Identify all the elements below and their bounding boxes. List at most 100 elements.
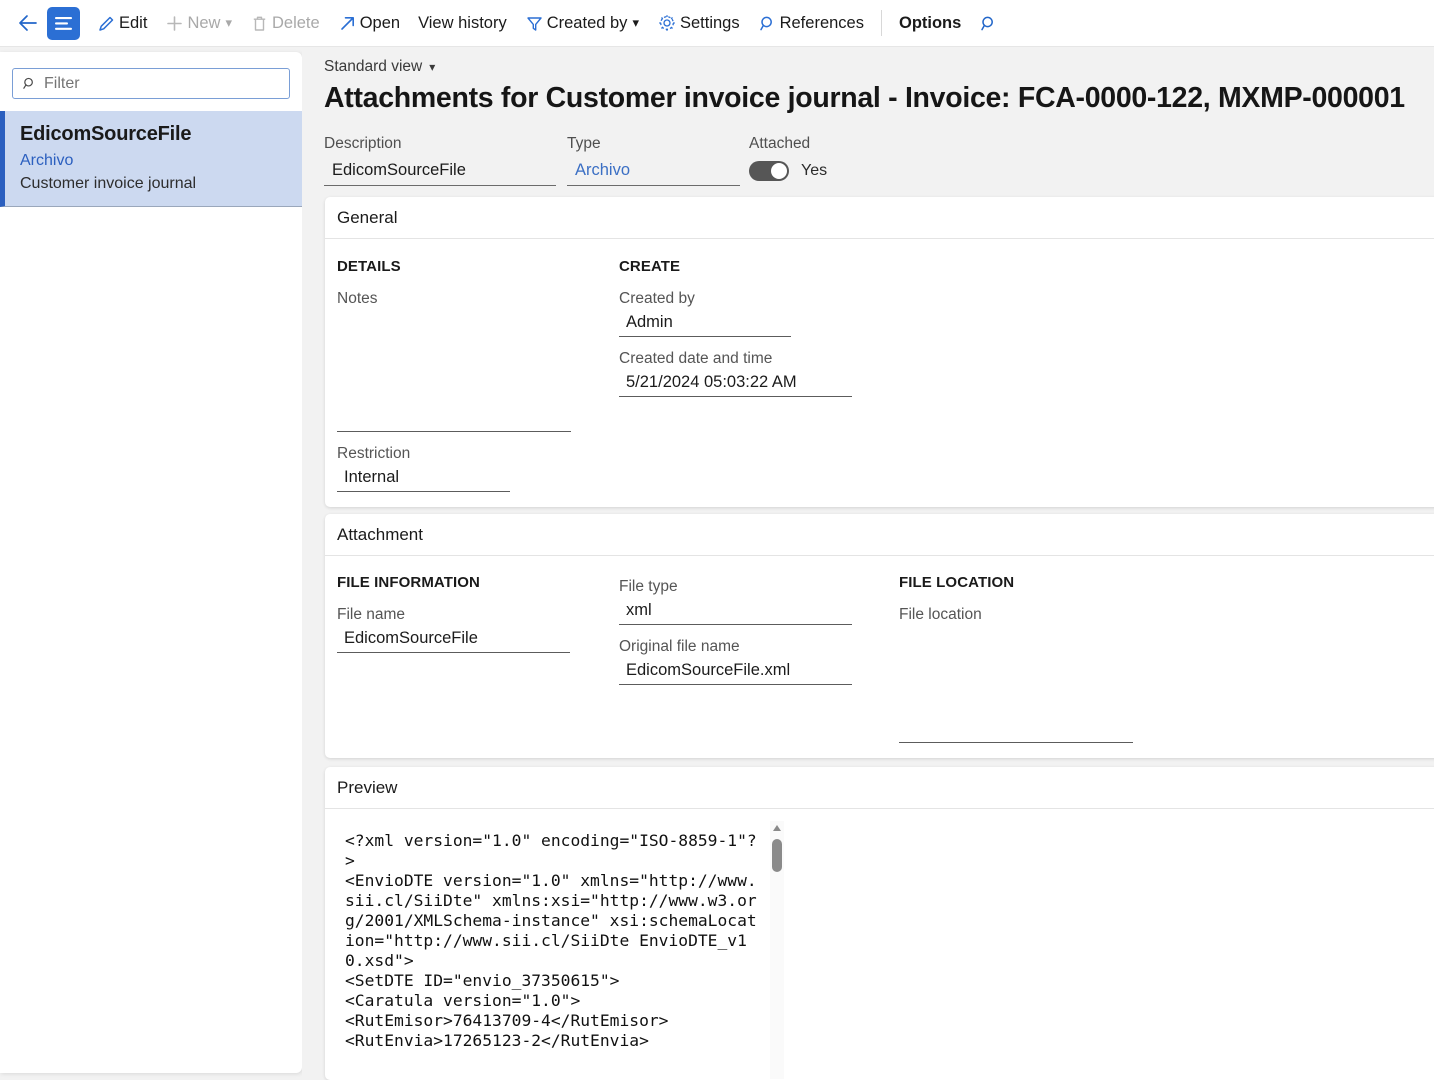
preview-section-title: Preview (337, 777, 398, 797)
open-label: Open (359, 13, 401, 32)
header-fields: Description EdicomSourceFile Type Archiv… (302, 115, 1434, 186)
preview-section-card: Preview <?xml version="1.0" encoding="IS… (325, 767, 1434, 1080)
restriction-value[interactable]: Internal (337, 465, 510, 492)
delete-button[interactable]: Delete (241, 4, 329, 42)
view-selector-label: Standard view (324, 58, 423, 75)
view-selector[interactable]: Standard view ▾ (302, 47, 435, 76)
created-by-label: Created by (619, 290, 695, 307)
references-button[interactable]: References (749, 4, 873, 42)
filter-box[interactable] (12, 68, 290, 99)
back-button[interactable] (10, 6, 44, 40)
magnifier-icon (758, 14, 777, 33)
chevron-down-icon: ▾ (225, 15, 232, 30)
edit-button[interactable]: Edit (88, 4, 156, 42)
list-item-title: EdicomSourceFile (20, 123, 192, 145)
original-file-name-value[interactable]: EdicomSourceFile.xml (619, 658, 852, 685)
attached-toggle[interactable] (749, 161, 789, 181)
main-content: Standard view ▾ Attachments for Customer… (302, 47, 1434, 1080)
toolbar-search-button[interactable] (970, 6, 1006, 40)
new-label: New (187, 13, 221, 32)
created-by-value[interactable]: Admin (619, 310, 791, 337)
description-value[interactable]: EdicomSourceFile (324, 158, 556, 186)
file-type-value[interactable]: xml (619, 598, 852, 625)
chevron-down-icon: ▾ (429, 60, 436, 74)
attachment-section-body: FILE INFORMATION File name EdicomSourceF… (325, 556, 1434, 757)
general-section-header[interactable]: General (325, 197, 1434, 239)
back-arrow-icon (19, 15, 37, 31)
notes-input[interactable] (337, 310, 571, 432)
attached-label: Attached (749, 135, 811, 152)
file-name-label: File name (337, 606, 406, 623)
attached-toggle-row: Yes (749, 161, 827, 181)
attached-field-group: Attached Yes (749, 135, 827, 186)
command-toolbar: Edit New ▾ Delete Open View history Crea… (0, 0, 1434, 47)
toggle-knob (771, 163, 787, 179)
type-value[interactable]: Archivo (567, 158, 740, 186)
description-label: Description (324, 135, 402, 152)
general-section-title: General (337, 207, 398, 227)
settings-button[interactable]: Settings (648, 4, 749, 42)
trash-icon (250, 14, 269, 33)
description-field-group: Description EdicomSourceFile (324, 135, 567, 186)
preview-scrollbar[interactable] (770, 821, 784, 1079)
file-location-input[interactable] (899, 626, 1133, 743)
file-location-group-title: FILE LOCATION (899, 574, 1015, 591)
details-group-title: DETAILS (337, 258, 401, 275)
page-title: Attachments for Customer invoice journal… (324, 82, 1405, 114)
toolbar-divider (880, 10, 882, 36)
chevron-down-icon: ▾ (632, 15, 639, 30)
original-file-name-label: Original file name (619, 638, 740, 655)
filter-container (0, 52, 302, 99)
settings-label: Settings (679, 13, 740, 32)
navigation-menu-button[interactable] (47, 6, 80, 40)
open-arrow-icon (338, 14, 357, 33)
created-date-value[interactable]: 5/21/2024 05:03:22 AM (619, 370, 852, 397)
details-group: DETAILS Notes Restriction Internal (337, 258, 617, 492)
preview-section-body: <?xml version="1.0" encoding="ISO-8859-1… (325, 809, 1434, 1080)
filter-input[interactable] (44, 74, 280, 93)
attached-state-label: Yes (801, 162, 828, 179)
gear-icon (657, 13, 677, 33)
search-icon (22, 76, 37, 91)
references-label: References (779, 13, 864, 32)
view-history-button[interactable]: View history (409, 4, 516, 42)
attachment-section-header[interactable]: Attachment (325, 514, 1434, 556)
general-section-card: General DETAILS Notes Restriction Intern… (325, 197, 1434, 507)
view-history-label: View history (418, 13, 507, 32)
created-by-label: Created by (546, 13, 628, 32)
list-item-subtitle: Archivo (20, 152, 74, 169)
preview-content[interactable]: <?xml version="1.0" encoding="ISO-8859-1… (345, 831, 760, 1051)
list-item[interactable]: EdicomSourceFile Archivo Customer invoic… (0, 111, 302, 208)
delete-label: Delete (271, 13, 320, 32)
file-type-label: File type (619, 578, 678, 595)
scrollbar-thumb[interactable] (772, 839, 782, 872)
pencil-icon (97, 14, 116, 33)
type-label: Type (567, 135, 601, 152)
new-button[interactable]: New ▾ (156, 4, 241, 42)
plus-icon (165, 14, 184, 33)
open-button[interactable]: Open (329, 4, 409, 42)
preview-section-header[interactable]: Preview (325, 767, 1434, 809)
edit-label: Edit (119, 13, 148, 32)
options-label: Options (898, 13, 962, 32)
attachment-list-panel: EdicomSourceFile Archivo Customer invoic… (0, 52, 302, 1073)
options-button[interactable]: Options (890, 4, 970, 42)
file-location-label: File location (899, 606, 982, 623)
scroll-up-arrow-icon[interactable] (773, 825, 781, 831)
notes-label: Notes (337, 290, 378, 307)
created-date-label: Created date and time (619, 350, 773, 367)
search-icon (981, 16, 993, 30)
type-field-group: Type Archivo (567, 135, 749, 186)
create-group-title: CREATE (619, 258, 681, 275)
file-type-group: File type xml Original file name EdicomS… (619, 578, 919, 685)
created-by-filter-button[interactable]: Created by ▾ (516, 4, 648, 42)
file-information-group: FILE INFORMATION File name EdicomSourceF… (337, 574, 617, 653)
attachment-section-card: Attachment FILE INFORMATION File name Ed… (325, 514, 1434, 758)
file-location-group: FILE LOCATION File location (899, 574, 1199, 743)
hamburger-icon (55, 16, 72, 30)
list-item-caption: Customer invoice journal (20, 174, 197, 192)
file-name-value[interactable]: EdicomSourceFile (337, 626, 570, 653)
restriction-label: Restriction (337, 445, 411, 462)
general-section-body: DETAILS Notes Restriction Internal CREAT… (325, 239, 1434, 506)
attachment-section-title: Attachment (337, 524, 423, 544)
